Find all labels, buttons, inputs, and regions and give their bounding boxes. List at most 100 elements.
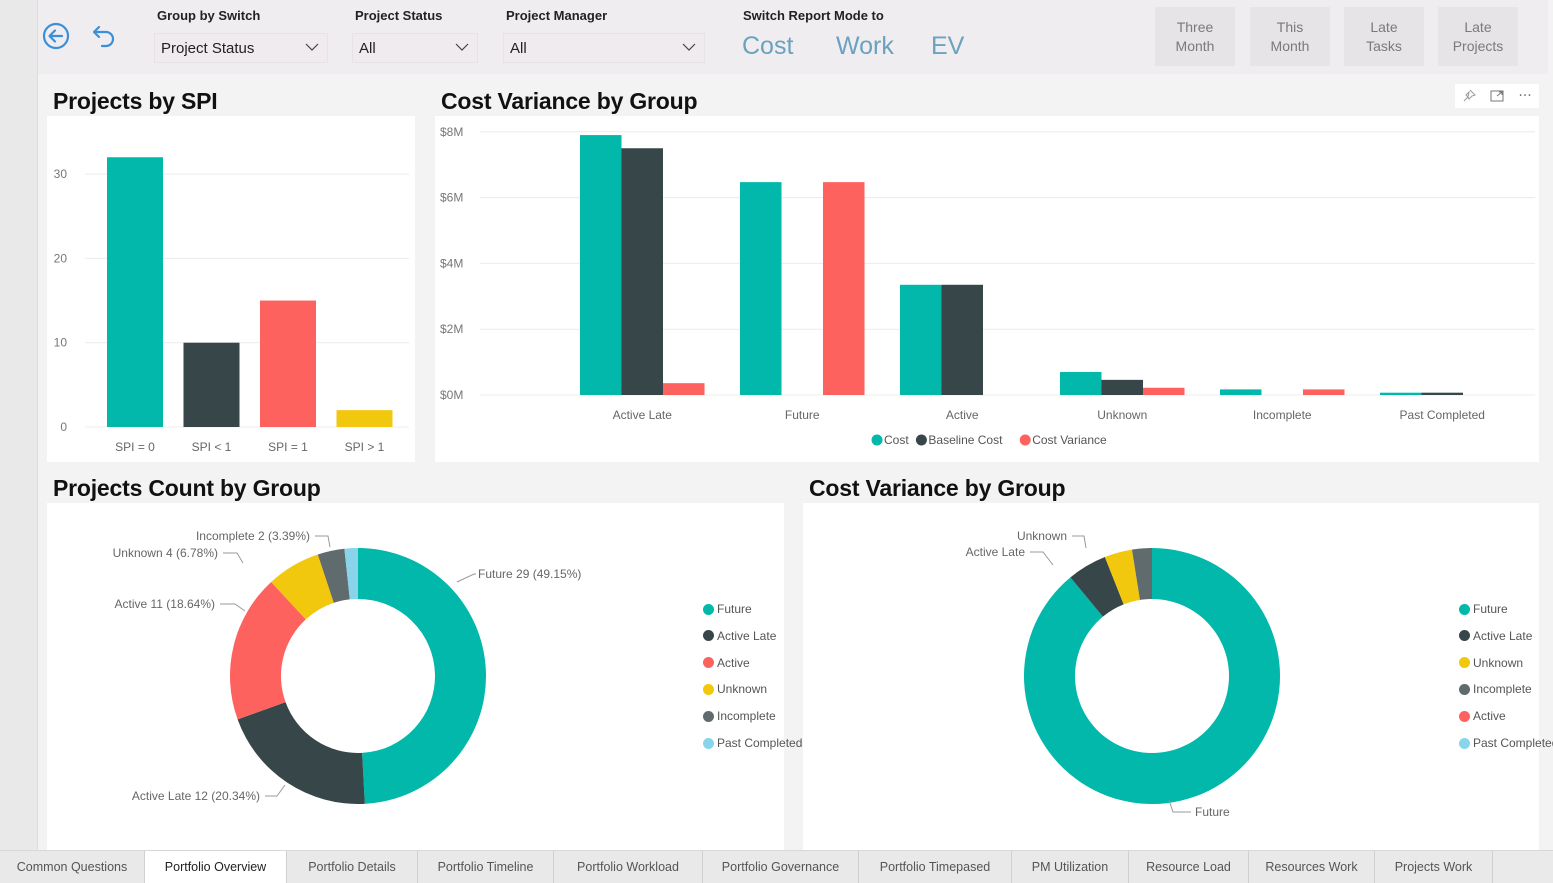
bar-unknown-cost [1060,371,1102,395]
undo-icon[interactable] [90,22,118,50]
data-label-active: Active 11 (18.64%) [115,597,216,611]
legend-dot [703,603,714,615]
x-tick-label: SPI = 1 [268,440,308,454]
switch-report-mode-label: Switch Report Mode to [743,8,884,23]
legend-label-baseline-cost: Baseline Cost [928,433,1003,447]
three-month-button[interactable]: Three Month [1155,7,1235,66]
project-manager-value: All [510,39,527,57]
focus-mode-icon[interactable] [1489,88,1505,104]
tab-portfolio-workload[interactable]: Portfolio Workload [554,851,703,883]
data-label-future: Future 29 (49.15%) [478,567,581,581]
legend-dot [1459,657,1470,669]
legend-label: Unknown [1473,655,1524,670]
spi-chart-visual[interactable]: 0 10 20 30 SPI = 0 SPI < 1 SPI = 1 SPI > 1 [47,116,415,462]
group-by-switch-label: Group by Switch [157,8,261,23]
legend-item-active-late[interactable]: Active Late [703,629,776,643]
pin-icon[interactable] [1461,88,1477,104]
late-projects-button[interactable]: Late Projects [1438,7,1518,66]
legend-label-cost-variance: Cost Variance [1032,433,1107,447]
tab-portfolio-governance[interactable]: Portfolio Governance [703,851,859,883]
more-options-icon[interactable]: ··· [1517,88,1533,104]
tab-portfolio-details[interactable]: Portfolio Details [287,851,418,883]
legend-item-unknown[interactable]: Unknown [703,682,767,696]
tab-portfolio-overview[interactable]: Portfolio Overview [145,851,287,883]
cost-variance-donut-title: Cost Variance by Group [809,475,1066,501]
back-circle-icon[interactable] [42,22,70,50]
y-tick-label: 10 [54,336,68,350]
legend-item-future[interactable]: Future [1459,602,1508,616]
legend-label-cost: Cost [884,433,909,447]
left-gutter [0,0,38,850]
cost-variance-donut: Future Active Late Unknown [966,529,1280,819]
bar-active-cost [900,284,942,395]
legend-item-future[interactable]: Future [703,602,752,616]
chevron-down-icon [305,43,319,51]
data-label-active-late: Active Late 12 (20.34%) [132,789,260,803]
bar-past-completed-baseline-cost [1421,392,1463,395]
x-tick-label: Past Completed [1400,408,1485,422]
legend-dot [1459,737,1470,749]
legend-item-active[interactable]: Active [703,656,750,670]
tab-resources-work[interactable]: Resources Work [1249,851,1375,883]
tab-portfolio-timeline[interactable]: Portfolio Timeline [418,851,554,883]
y-tick-label: 20 [54,251,68,265]
group-by-switch-dropdown[interactable]: Project Status [154,33,328,63]
report-header: Group by Switch Project Status Project S… [38,0,1548,74]
legend-item-active-late[interactable]: Active Late [1459,629,1532,643]
y-tick-label: $8M [440,125,463,139]
cost-variance-donut-visual[interactable]: Future Active Late Unknown Future Active La… [803,503,1553,850]
legend-label: Active Late [717,628,777,643]
tab-common-questions[interactable]: Common Questions [0,851,145,883]
tab-pm-utilization[interactable]: PM Utilization [1012,851,1129,883]
y-tick-label: $2M [440,322,463,336]
mode-cost-button[interactable]: Cost [742,32,793,61]
project-status-label: Project Status [355,8,443,23]
legend-item-incomplete[interactable]: Incomplete [703,709,776,723]
bar-active-baseline-cost [941,284,983,395]
tab-resource-load[interactable]: Resource Load [1129,851,1249,883]
legend-item-incomplete[interactable]: Incomplete [1459,682,1532,696]
bar-unknown-cost-variance [1143,387,1185,395]
mode-work-button[interactable]: Work [836,32,894,61]
x-tick-label: SPI = 0 [115,440,155,454]
bar-future-cost-variance [823,182,865,395]
data-label-incomplete: Incomplete 2 (3.39%) [196,529,310,543]
mode-ev-button[interactable]: EV [931,32,964,61]
project-manager-label: Project Manager [506,8,608,23]
tab-projects-work[interactable]: Projects Work [1375,851,1493,883]
late-tasks-button[interactable]: Late Tasks [1344,7,1424,66]
legend-item-unknown[interactable]: Unknown [1459,656,1523,670]
legend-dot-cost-variance [1019,434,1031,446]
cost-variance-bar-visual[interactable]: $0M $2M $4M $6M $8M Active Late Future Active Un… [435,116,1539,462]
bar-past-completed-cost [1380,392,1422,395]
tab-portfolio-timepased[interactable]: Portfolio Timepased [859,851,1012,883]
bar-spi-1 [336,410,393,427]
bar-active-late-cost-variance [663,383,705,395]
legend-label: Future [717,602,752,616]
spi-bar-chart: 0 10 20 30 SPI = 0 SPI < 1 SPI = 1 SPI > 1 [54,157,409,454]
x-tick-label: Incomplete [1253,408,1312,422]
x-tick-label: SPI > 1 [345,440,385,454]
bar-spi-1 [183,342,240,427]
legend-label: Incomplete [717,709,776,724]
spi-chart-title: Projects by SPI [53,88,218,114]
legend-dot [703,630,714,642]
y-tick-label: $6M [440,191,463,205]
this-month-button[interactable]: This Month [1250,7,1330,66]
group-by-switch-value: Project Status [161,39,255,57]
project-manager-dropdown[interactable]: All [503,33,705,63]
leader-line [265,784,286,797]
bar-future-cost [740,182,782,395]
project-status-value: All [359,39,376,57]
legend-item-past-completed[interactable]: Past Completed [1459,736,1553,750]
x-tick-label: Unknown [1097,408,1147,422]
legend-dot [1459,630,1470,642]
legend-item-active[interactable]: Active [1459,709,1506,723]
projects-count-visual[interactable]: Future 29 (49.15%) Active Late 12 (20.34%… [47,503,802,850]
legend-item-past-completed[interactable]: Past Completed [703,736,802,750]
legend-label: Active Late [1473,628,1533,643]
legend-label: Incomplete [1473,682,1532,697]
x-tick-label: Active Late [613,408,673,422]
projects-count-donut: Future 29 (49.15%) Active Late 12 (20.34%… [113,529,581,804]
project-status-dropdown[interactable]: All [352,33,478,63]
